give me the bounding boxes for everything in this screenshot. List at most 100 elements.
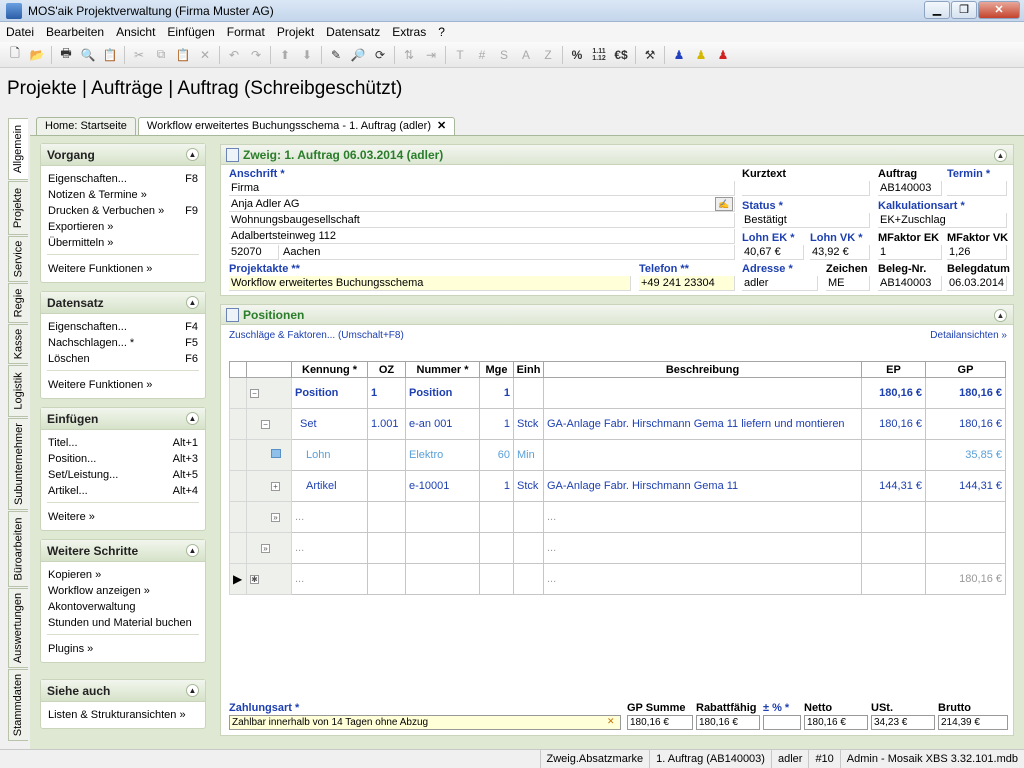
sidebar-link-stunden[interactable]: Stunden und Material buchen	[41, 615, 205, 631]
search-icon[interactable]: 🔎	[347, 44, 369, 66]
menu-projekt[interactable]: Projekt	[271, 25, 320, 39]
minimize-button[interactable]: ▁	[924, 1, 950, 19]
title-icon[interactable]: T	[449, 44, 471, 66]
sidebar-link-set-leistung[interactable]: Set/Leistung... Alt+5	[41, 467, 205, 483]
close-tab-icon[interactable]: ✕	[437, 120, 446, 132]
sidebar-link-position[interactable]: Position... Alt+3	[41, 451, 205, 467]
anschrift-line-1[interactable]: Firma	[229, 181, 735, 196]
maximize-button[interactable]: ❐	[951, 1, 977, 19]
vtab-subunternehmer[interactable]: Subunternehmer	[8, 418, 28, 510]
move-up-icon[interactable]: ⬆	[274, 44, 296, 66]
collapse-icon[interactable]: ▲	[994, 149, 1007, 162]
belegdatum-field[interactable]: 06.03.2014	[947, 276, 1007, 291]
sidebar-link-exportieren[interactable]: Exportieren »	[41, 219, 205, 235]
s-icon[interactable]: S	[493, 44, 515, 66]
col-gp[interactable]: GP	[925, 361, 1006, 378]
sidebar-link-uebermitteln[interactable]: Übermitteln »	[41, 235, 205, 251]
vtab-kasse[interactable]: Kasse	[8, 324, 28, 364]
sidebar-link-kopieren[interactable]: Kopieren »	[41, 567, 205, 583]
tab-home[interactable]: Home: Startseite	[36, 117, 136, 135]
sidebar-link-plugins[interactable]: Plugins »	[41, 641, 205, 657]
collapse-icon[interactable]: ▲	[994, 309, 1007, 322]
table-row[interactable]: − Set 1.001 e-an 001 1 Stck GA-Anlage Fa…	[229, 408, 1006, 440]
ort-field[interactable]: Aachen	[281, 245, 735, 260]
sidebar-link-ds-weitere-funktionen[interactable]: Weitere Funktionen »	[41, 377, 205, 393]
menu-datei[interactable]: Datei	[0, 25, 40, 39]
col-kennung[interactable]: Kennung *	[291, 361, 368, 378]
plus-minus-field[interactable]	[763, 715, 801, 730]
ratio-icon[interactable]: 1.11 1.12	[588, 44, 610, 66]
collapse-icon[interactable]: ▲	[186, 684, 199, 697]
zuschlaege-link[interactable]: Zuschläge & Faktoren... (Umschalt+F8)	[229, 330, 404, 341]
menu-help[interactable]: ?	[432, 25, 451, 39]
export-icon[interactable]: 📋	[99, 44, 121, 66]
a-icon[interactable]: A	[515, 44, 537, 66]
table-row[interactable]: » ... ...	[229, 532, 1006, 564]
sidebar-link-titel[interactable]: Titel... Alt+1	[41, 435, 205, 451]
tree-more-icon[interactable]: »	[271, 513, 280, 522]
menu-extras[interactable]: Extras	[386, 25, 432, 39]
collapse-icon[interactable]: ▲	[186, 412, 199, 425]
sort-icon[interactable]: ⇅	[398, 44, 420, 66]
anschrift-line-4[interactable]: Adalbertsteinweg 112	[229, 229, 735, 244]
user-blue-icon[interactable]: ♟	[668, 44, 690, 66]
sidebar-link-weitere-funktionen[interactable]: Weitere Funktionen »	[41, 261, 205, 277]
vtab-auswertungen[interactable]: Auswertungen	[8, 588, 28, 668]
delete-icon[interactable]: ✕	[194, 44, 216, 66]
table-row[interactable]: » ... ...	[229, 501, 1006, 533]
vtab-stammdaten[interactable]: Stammdaten	[8, 669, 28, 741]
zahlungsart-field[interactable]: Zahlbar innerhalb von 14 Tagen ohne Abzu…	[229, 715, 621, 730]
sidebar-link-akonto[interactable]: Akontoverwaltung	[41, 599, 205, 615]
ust-field[interactable]: 34,23 €	[871, 715, 935, 730]
brutto-field[interactable]: 214,39 €	[938, 715, 1008, 730]
print-preview-icon[interactable]: 🔍	[77, 44, 99, 66]
sidebar-link-ds-eigenschaften[interactable]: Eigenschaften... F4	[41, 319, 205, 335]
einfuegen-header[interactable]: Einfügen ▲	[41, 408, 205, 430]
collapse-icon[interactable]: ▲	[186, 544, 199, 557]
col-mge[interactable]: Mge	[479, 361, 514, 378]
anschrift-line-2[interactable]: Anja Adler AG	[229, 197, 735, 212]
vtab-logistik[interactable]: Logistik	[8, 365, 28, 417]
gp-summe-field[interactable]: 180,16 €	[627, 715, 693, 730]
siehe-auch-header[interactable]: Siehe auch ▲	[41, 680, 205, 702]
hash-icon[interactable]: #	[471, 44, 493, 66]
menu-ansicht[interactable]: Ansicht	[110, 25, 161, 39]
mfaktor-ek-field[interactable]: 1	[878, 245, 942, 260]
lohn-vk-field[interactable]: 43,92 €	[810, 245, 870, 260]
open-icon[interactable]: 📂	[26, 44, 48, 66]
sidebar-link-listen[interactable]: Listen & Strukturansichten »	[41, 707, 205, 723]
menu-einfuegen[interactable]: Einfügen	[161, 25, 220, 39]
vtab-allgemein[interactable]: Allgemein	[8, 118, 28, 180]
sidebar-link-artikel[interactable]: Artikel... Alt+4	[41, 483, 205, 499]
tree-expand-icon[interactable]: +	[271, 482, 280, 491]
percent-icon[interactable]: %	[566, 44, 588, 66]
rabattfaehig-field[interactable]: 180,16 €	[696, 715, 760, 730]
clear-icon[interactable]: ✕	[607, 716, 615, 727]
menu-format[interactable]: Format	[221, 25, 271, 39]
vtab-regie[interactable]: Regie	[8, 283, 28, 323]
lohn-ek-field[interactable]: 40,67 €	[742, 245, 804, 260]
detailansichten-link[interactable]: Detailansichten »	[930, 330, 1007, 341]
new-icon[interactable]: 🗋	[4, 44, 26, 66]
tree-collapse-icon[interactable]: −	[261, 420, 270, 429]
close-button[interactable]: ✕	[978, 1, 1020, 19]
plz-field[interactable]: 52070	[229, 245, 279, 260]
mfaktor-vk-field[interactable]: 1,26	[947, 245, 1007, 260]
vtab-service[interactable]: Service	[8, 236, 28, 282]
vorgang-header[interactable]: Vorgang ▲	[41, 144, 205, 166]
edit-pencil-icon[interactable]: ✎	[325, 44, 347, 66]
netto-field[interactable]: 180,16 €	[804, 715, 868, 730]
signature-icon[interactable]: ✍	[715, 197, 733, 211]
table-row[interactable]: + Artikel e-10001 1 Stck GA-Anlage Fabr.…	[229, 470, 1006, 502]
refresh-icon[interactable]: ⟳	[369, 44, 391, 66]
table-row[interactable]: − Position 1 Position 1 180,16 € 180,16 …	[229, 377, 1006, 409]
sidebar-link-notizen[interactable]: Notizen & Termine »	[41, 187, 205, 203]
collapse-icon[interactable]: ▲	[186, 148, 199, 161]
move-down-icon[interactable]: ⬇	[296, 44, 318, 66]
tree-collapse-icon[interactable]: −	[250, 389, 259, 398]
currency-icon[interactable]: €$	[610, 44, 632, 66]
user-yellow-icon[interactable]: ♟	[690, 44, 712, 66]
tools-icon[interactable]: ⚒	[639, 44, 661, 66]
col-oz[interactable]: OZ	[367, 361, 406, 378]
collapse-icon[interactable]: ▲	[186, 296, 199, 309]
